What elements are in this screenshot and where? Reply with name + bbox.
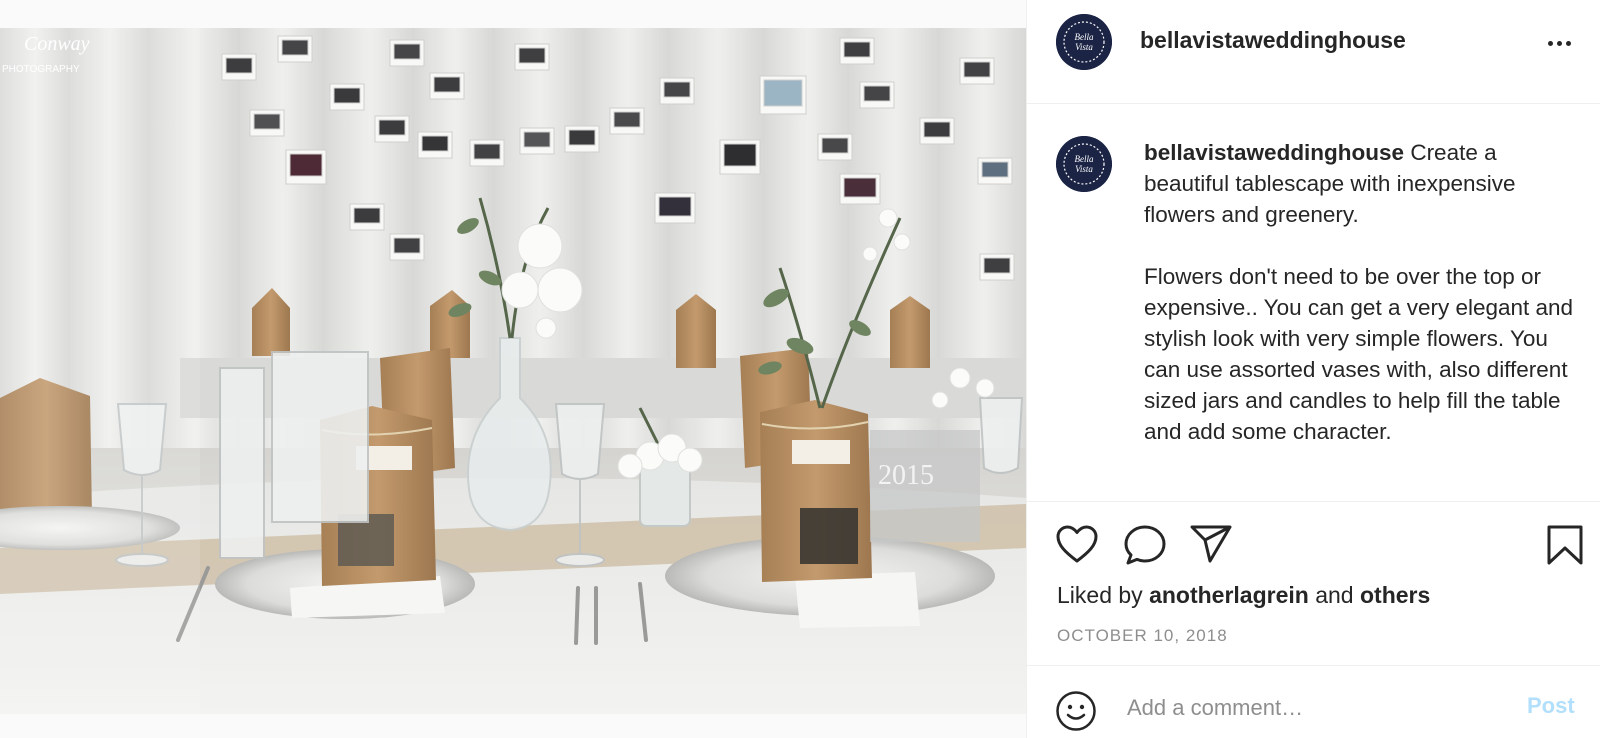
photographer-watermark: Conway PHOTOGRAPHY: [2, 33, 90, 75]
post-actions: Liked by anotherlagrein and others OCTOB…: [1027, 502, 1600, 666]
share-icon[interactable]: [1189, 524, 1233, 564]
comment-icon[interactable]: [1123, 524, 1167, 566]
liked-by-user[interactable]: anotherlagrein: [1149, 582, 1309, 608]
comment-bar: Post: [1027, 666, 1600, 738]
post-username[interactable]: bellavistaweddinghouse: [1140, 27, 1406, 54]
svg-text:Bella: Bella: [1075, 154, 1094, 164]
caption-body: Flowers don't need to be over the top or…: [1144, 264, 1574, 444]
svg-text:Vista: Vista: [1075, 164, 1093, 174]
svg-text:Bella: Bella: [1075, 32, 1094, 42]
watermark-caption: PHOTOGRAPHY: [2, 64, 80, 75]
bag-year-text: 2015: [878, 460, 934, 491]
comment-input[interactable]: [1127, 690, 1497, 726]
bella-vista-logo-icon: Bella Vista: [1056, 14, 1112, 70]
post-caption: bellavistaweddinghouse Create a beautifu…: [1144, 137, 1584, 447]
post-media: 2015 Conway PHOTOGRAPHY: [0, 0, 1026, 738]
caption-username[interactable]: bellavistaweddinghouse: [1144, 140, 1404, 165]
more-icon: [1547, 40, 1553, 46]
post-comment-button[interactable]: Post: [1527, 693, 1575, 719]
likes-summary: Liked by anotherlagrein and others: [1057, 582, 1430, 609]
profile-avatar[interactable]: Bella Vista: [1056, 14, 1112, 70]
post-details-panel: Bella Vista bellavistaweddinghouse Bella…: [1026, 0, 1600, 738]
heart-icon[interactable]: [1055, 524, 1099, 564]
bookmark-icon[interactable]: [1545, 524, 1585, 566]
caption-section: Bella Vista bellavistaweddinghouse Creat…: [1027, 104, 1600, 502]
post-date[interactable]: OCTOBER 10, 2018: [1057, 626, 1228, 646]
likes-and: and: [1308, 582, 1360, 608]
tablescape-illustration: 2015: [0, 28, 1026, 714]
likes-others-link[interactable]: others: [1360, 582, 1430, 608]
post-photo[interactable]: 2015 Conway PHOTOGRAPHY: [0, 28, 1026, 714]
svg-text:Vista: Vista: [1075, 42, 1093, 52]
emoji-icon[interactable]: [1055, 690, 1097, 732]
caption-avatar[interactable]: Bella Vista: [1056, 136, 1112, 192]
post-header: Bella Vista bellavistaweddinghouse: [1027, 0, 1600, 104]
likes-prefix: Liked by: [1057, 582, 1150, 608]
watermark-script: Conway: [24, 33, 90, 55]
bella-vista-logo-icon: Bella Vista: [1056, 136, 1112, 192]
more-options-button[interactable]: [1541, 28, 1577, 58]
